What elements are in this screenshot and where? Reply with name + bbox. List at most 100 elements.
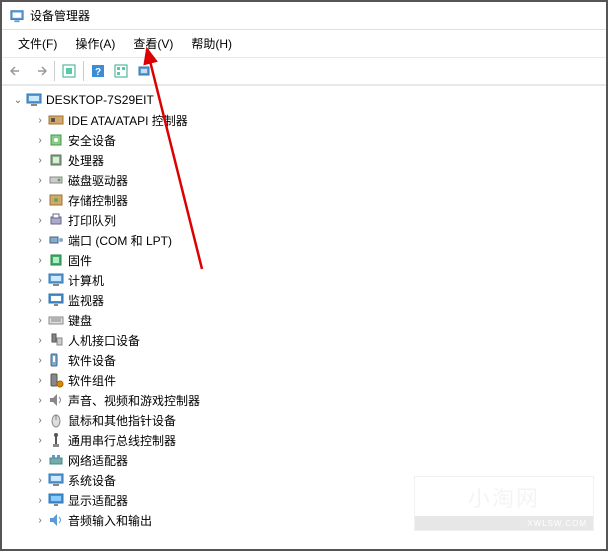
category-node[interactable]: › 端口 (COM 和 LPT) — [32, 230, 606, 250]
category-label: 存储控制器 — [68, 192, 128, 209]
category-label: 固件 — [68, 252, 92, 269]
category-node[interactable]: › 软件组件 — [32, 370, 606, 390]
hid-icon — [48, 332, 64, 348]
watermark-text: 小淘网 — [415, 477, 593, 516]
expander-closed-icon[interactable]: › — [34, 414, 46, 426]
category-node[interactable]: › 存储控制器 — [32, 190, 606, 210]
display-icon — [48, 492, 64, 508]
category-label: 音频输入和输出 — [68, 512, 152, 529]
help-button[interactable]: ? — [87, 60, 109, 82]
expander-closed-icon[interactable]: › — [34, 354, 46, 366]
expander-closed-icon[interactable]: › — [34, 474, 46, 486]
disk-icon — [48, 172, 64, 188]
root-node[interactable]: ⌄ DESKTOP-7S29EIT — [10, 90, 606, 110]
category-label: 声音、视频和游戏控制器 — [68, 392, 200, 409]
title-bar: 设备管理器 — [2, 2, 606, 30]
expander-closed-icon[interactable]: › — [34, 214, 46, 226]
expander-closed-icon[interactable]: › — [34, 234, 46, 246]
menu-help[interactable]: 帮助(H) — [183, 32, 240, 55]
audioio-icon — [48, 512, 64, 528]
category-node[interactable]: › 安全设备 — [32, 130, 606, 150]
category-label: 监视器 — [68, 292, 104, 309]
category-label: 安全设备 — [68, 132, 116, 149]
category-node[interactable]: › 鼠标和其他指针设备 — [32, 410, 606, 430]
expander-closed-icon[interactable]: › — [34, 274, 46, 286]
expander-closed-icon[interactable]: › — [34, 174, 46, 186]
category-node[interactable]: › 软件设备 — [32, 350, 606, 370]
category-label: 软件组件 — [68, 372, 116, 389]
firmware-icon — [48, 252, 64, 268]
menu-bar: 文件(F) 操作(A) 查看(V) 帮助(H) — [2, 30, 606, 57]
expander-closed-icon[interactable]: › — [34, 494, 46, 506]
category-node[interactable]: › 人机接口设备 — [32, 330, 606, 350]
mouse-icon — [48, 412, 64, 428]
category-node[interactable]: › IDE ATA/ATAPI 控制器 — [32, 110, 606, 130]
menu-action[interactable]: 操作(A) — [67, 32, 123, 55]
expander-closed-icon[interactable]: › — [34, 454, 46, 466]
category-label: 软件设备 — [68, 352, 116, 369]
window-title: 设备管理器 — [30, 7, 90, 24]
component-icon — [48, 372, 64, 388]
category-label: 鼠标和其他指针设备 — [68, 412, 176, 429]
category-node[interactable]: › 通用串行总线控制器 — [32, 430, 606, 450]
category-label: 显示适配器 — [68, 492, 128, 509]
watermark-url: XWLSW.COM — [415, 516, 593, 530]
category-node[interactable]: › 处理器 — [32, 150, 606, 170]
network-icon — [48, 452, 64, 468]
category-label: 系统设备 — [68, 472, 116, 489]
expander-closed-icon[interactable]: › — [34, 154, 46, 166]
toolbar: ? — [2, 57, 606, 85]
usb-icon — [48, 432, 64, 448]
computer-icon — [26, 92, 42, 108]
menu-file[interactable]: 文件(F) — [10, 32, 65, 55]
properties-button[interactable] — [58, 60, 80, 82]
category-node[interactable]: ›键盘 — [32, 310, 606, 330]
category-label: 网络适配器 — [68, 452, 128, 469]
category-node[interactable]: › 声音、视频和游戏控制器 — [32, 390, 606, 410]
separator — [83, 61, 84, 81]
category-node[interactable]: › 监视器 — [32, 290, 606, 310]
storage-icon — [48, 192, 64, 208]
keyboard-icon — [48, 312, 64, 328]
category-node[interactable]: › 网络适配器 — [32, 450, 606, 470]
category-label: IDE ATA/ATAPI 控制器 — [68, 112, 188, 129]
software-icon — [48, 352, 64, 368]
computer-icon — [48, 272, 64, 288]
category-node[interactable]: › 打印队列 — [32, 210, 606, 230]
app-icon — [10, 9, 24, 23]
security-icon — [48, 132, 64, 148]
expander-closed-icon[interactable]: › — [34, 294, 46, 306]
ide-icon — [48, 112, 64, 128]
expander-closed-icon[interactable]: › — [34, 374, 46, 386]
monitor-icon — [48, 292, 64, 308]
category-node[interactable]: › 磁盘驱动器 — [32, 170, 606, 190]
expander-closed-icon[interactable]: › — [34, 134, 46, 146]
menu-view[interactable]: 查看(V) — [125, 32, 181, 55]
cpu-icon — [48, 152, 64, 168]
expander-closed-icon[interactable]: › — [34, 334, 46, 346]
expander-closed-icon[interactable]: › — [34, 394, 46, 406]
scan-button[interactable] — [110, 60, 132, 82]
category-label: 端口 (COM 和 LPT) — [68, 232, 172, 249]
category-label: 处理器 — [68, 152, 104, 169]
category-label: 人机接口设备 — [68, 332, 140, 349]
category-node[interactable]: › 计算机 — [32, 270, 606, 290]
expander-closed-icon[interactable]: › — [34, 434, 46, 446]
expander-open-icon[interactable]: ⌄ — [12, 94, 24, 106]
category-node[interactable]: › 固件 — [32, 250, 606, 270]
update-button[interactable] — [133, 60, 155, 82]
expander-closed-icon[interactable]: › — [34, 314, 46, 326]
category-label: 计算机 — [68, 272, 104, 289]
root-label: DESKTOP-7S29EIT — [46, 93, 154, 107]
category-label: 磁盘驱动器 — [68, 172, 128, 189]
forward-button[interactable] — [29, 60, 51, 82]
expander-closed-icon[interactable]: › — [34, 254, 46, 266]
category-label: 通用串行总线控制器 — [68, 432, 176, 449]
back-button[interactable] — [6, 60, 28, 82]
category-label: 打印队列 — [68, 212, 116, 229]
expander-closed-icon[interactable]: › — [34, 194, 46, 206]
expander-closed-icon[interactable]: › — [34, 114, 46, 126]
svg-text:?: ? — [95, 67, 101, 78]
system-icon — [48, 472, 64, 488]
expander-closed-icon[interactable]: › — [34, 514, 46, 526]
